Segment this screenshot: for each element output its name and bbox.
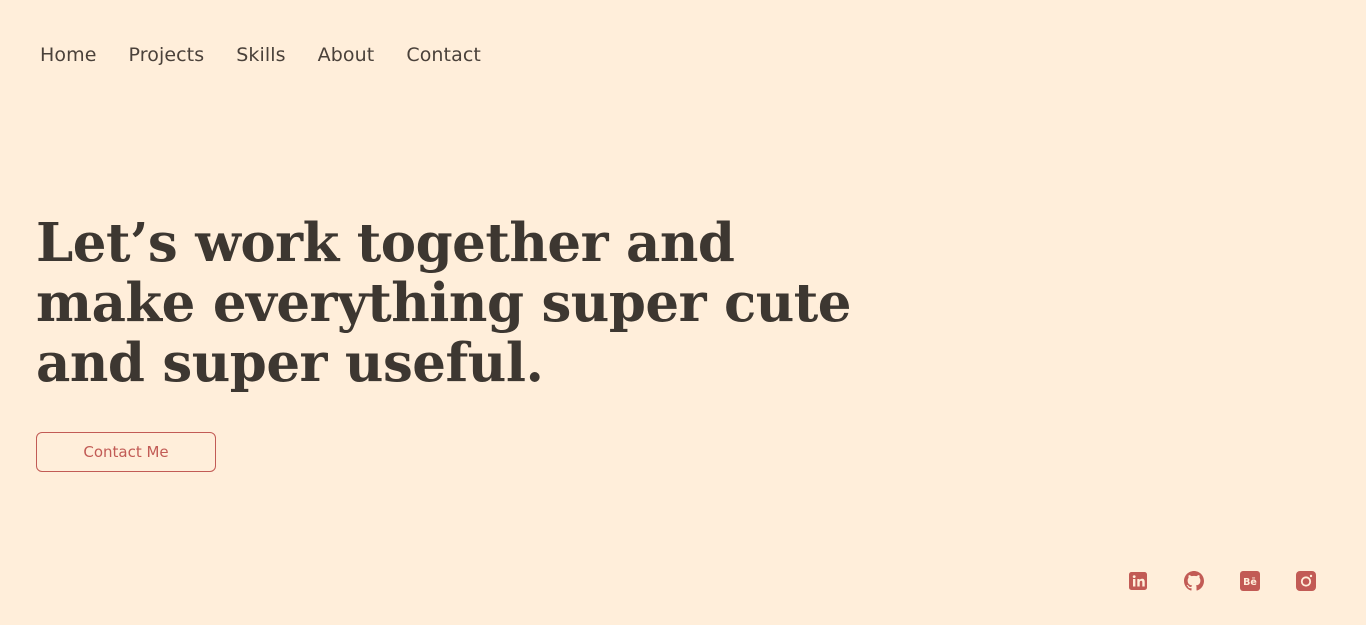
behance-icon: Bē [1240,571,1260,591]
instagram-link[interactable] [1296,571,1316,591]
svg-text:Bē: Bē [1243,577,1257,588]
social-links: Bē [1128,571,1316,591]
linkedin-icon [1129,572,1147,590]
github-link[interactable] [1184,571,1204,591]
contact-me-button[interactable]: Contact Me [36,432,216,472]
nav-home[interactable]: Home [40,42,97,68]
instagram-icon [1296,571,1316,591]
behance-link[interactable]: Bē [1240,571,1260,591]
nav-about[interactable]: About [318,42,375,68]
hero-title: Let’s work together and make everything … [36,212,852,394]
github-icon [1184,571,1204,591]
nav-contact[interactable]: Contact [406,42,481,68]
nav-skills[interactable]: Skills [236,42,285,68]
hero-section: Let’s work together and make everything … [36,213,856,393]
nav-projects[interactable]: Projects [129,42,205,68]
linkedin-link[interactable] [1128,571,1148,591]
main-nav: Home Projects Skills About Contact [40,42,481,68]
